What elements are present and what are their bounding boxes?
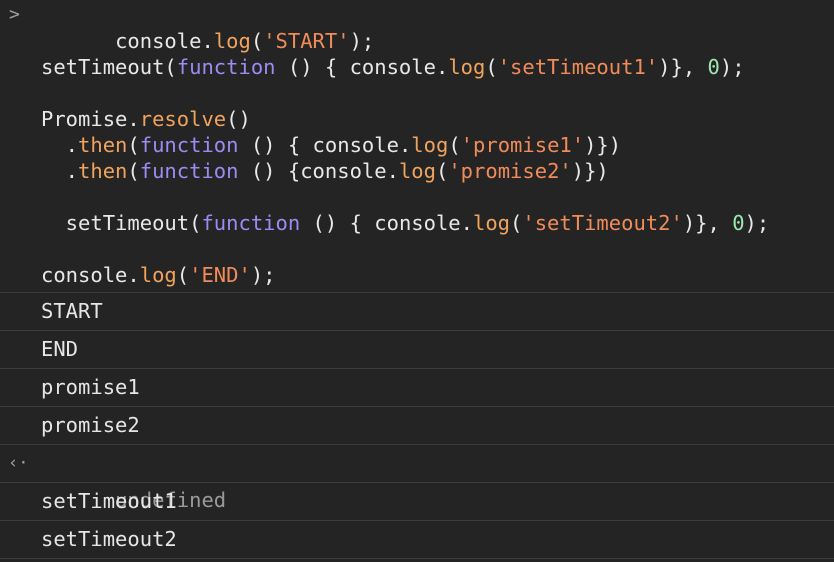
code-token: ( xyxy=(510,211,523,235)
code-token: console. xyxy=(41,263,140,287)
code-token: 0 xyxy=(707,55,720,79)
code-token: ( xyxy=(127,159,140,183)
console-output-list: START END promise1 promise2 ‹· undefined … xyxy=(0,292,834,559)
code-line-7: console.log('END'); xyxy=(0,262,834,288)
code-token: 'END' xyxy=(189,263,251,287)
code-token: 'promise2' xyxy=(448,159,572,183)
code-line-4: .then(function () { console.log('promise… xyxy=(0,132,834,158)
code-token: ( xyxy=(164,55,177,79)
code-token: )}, xyxy=(682,211,733,235)
log-entry[interactable]: END xyxy=(0,330,834,368)
code-token: ( xyxy=(485,55,498,79)
code-token: . xyxy=(41,159,79,183)
code-token: log xyxy=(473,211,511,235)
code-token: log xyxy=(398,159,436,183)
code-token: () {console. xyxy=(238,159,399,183)
code-line-2: setTimeout(function () { console.log('se… xyxy=(0,54,834,80)
code-token: 0 xyxy=(732,211,745,235)
code-token: Promise. xyxy=(41,107,140,131)
code-token: then xyxy=(78,159,128,183)
code-line-3: Promise.resolve() xyxy=(0,106,834,132)
code-token: () { console. xyxy=(300,211,473,235)
code-line-5: .then(function () {console.log('promise2… xyxy=(0,158,834,184)
code-token: 'promise1' xyxy=(460,133,585,157)
code-token: ); xyxy=(250,263,276,287)
code-token: function xyxy=(201,211,301,235)
code-token: setTimeout xyxy=(41,55,165,79)
code-line-1: > console.log('START'); xyxy=(0,2,834,53)
code-token: )}) xyxy=(584,133,622,157)
code-token: setTimeout xyxy=(41,211,190,235)
return-value-entry[interactable]: ‹· undefined xyxy=(0,444,834,512)
code-token: ); xyxy=(719,55,745,79)
code-token: log xyxy=(448,55,486,79)
return-arrow-icon: ‹· xyxy=(8,453,29,473)
code-token: 'setTimeout2' xyxy=(522,211,683,235)
code-token: ( xyxy=(448,133,461,157)
code-token: () xyxy=(226,107,251,131)
log-entry[interactable]: setTimeout2 xyxy=(0,520,834,559)
chevron-right-icon: > xyxy=(9,4,20,25)
code-token: () { console. xyxy=(275,55,449,79)
code-line-6: setTimeout(function () { console.log('se… xyxy=(0,210,834,236)
code-token: ( xyxy=(127,133,140,157)
code-token: function xyxy=(139,133,239,157)
log-entry[interactable]: promise1 xyxy=(0,368,834,406)
code-token: ); xyxy=(744,211,770,235)
log-entry[interactable]: setTimeout1 xyxy=(0,482,834,520)
code-token: )}) xyxy=(571,159,609,183)
log-entry[interactable]: START xyxy=(0,292,834,330)
code-token: ( xyxy=(176,263,190,287)
code-token: function xyxy=(139,159,239,183)
code-token: log xyxy=(139,263,177,287)
code-token: ( xyxy=(189,211,202,235)
code-token: then xyxy=(78,133,128,157)
code-token: log xyxy=(411,133,449,157)
code-token: . xyxy=(41,133,79,157)
code-token: ( xyxy=(435,159,449,183)
devtools-console: > console.log('START'); setTimeout(functi… xyxy=(0,0,834,562)
console-input-block[interactable]: > console.log('START'); setTimeout(functi… xyxy=(0,0,834,288)
code-token: resolve xyxy=(139,107,227,131)
code-token: 'setTimeout1' xyxy=(497,55,659,79)
code-token: )}, xyxy=(658,55,708,79)
log-entry[interactable]: promise2 xyxy=(0,406,834,444)
code-token: () { console. xyxy=(238,133,412,157)
code-token: function xyxy=(176,55,276,79)
